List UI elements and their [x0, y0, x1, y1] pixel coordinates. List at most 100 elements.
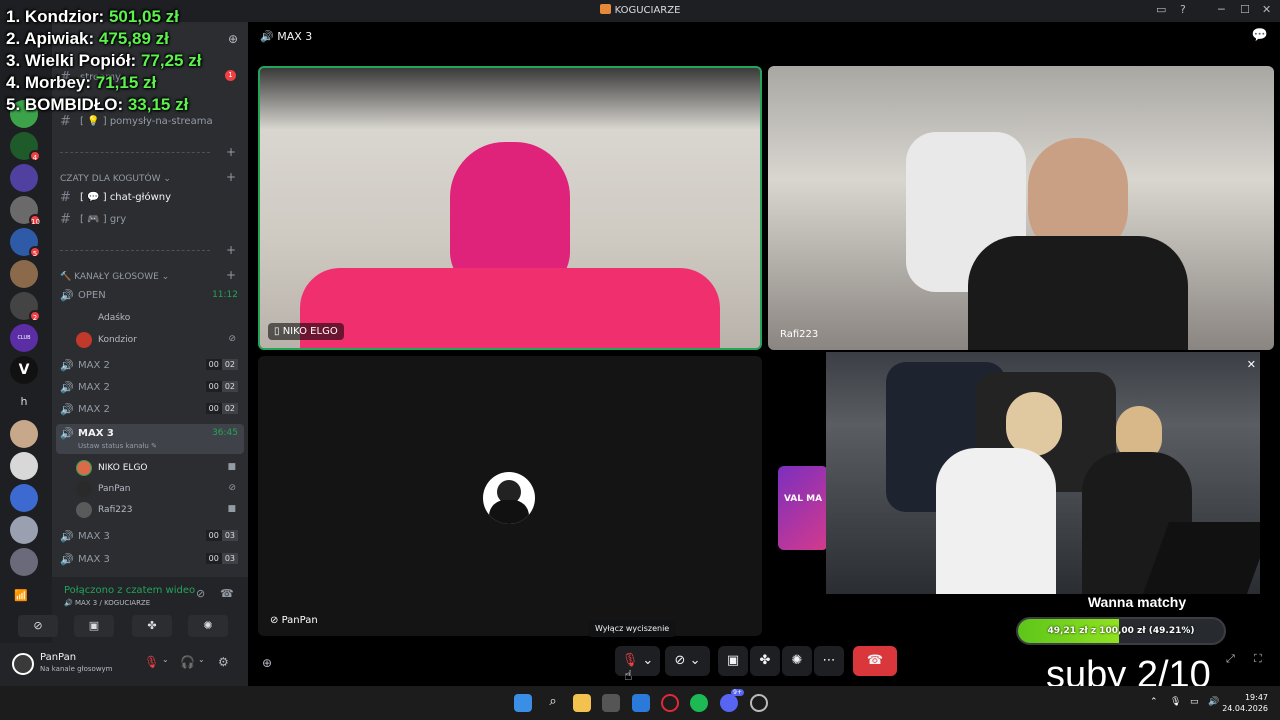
- voice-channel[interactable]: 🔊 MAX 2 00 02: [56, 356, 244, 376]
- mention-badge: 5: [29, 246, 41, 258]
- hash-icon: #: [60, 114, 71, 129]
- steam-icon[interactable]: [750, 694, 768, 712]
- chevron-down-icon[interactable]: ⌄: [198, 655, 205, 664]
- server-icon[interactable]: [10, 420, 38, 448]
- close-icon[interactable]: ✕: [1247, 358, 1256, 371]
- add-member-icon[interactable]: ⊕: [228, 32, 238, 46]
- server-icon[interactable]: 5: [10, 228, 41, 258]
- voice-member[interactable]: Rafi223 ■: [76, 500, 240, 520]
- donor-name: 1. Kondzior:: [6, 7, 105, 26]
- voice-member[interactable]: NIKO ELGO ■: [76, 458, 240, 478]
- connection-location[interactable]: 🔊 MAX 3 / KOGUCIARZE: [64, 599, 150, 607]
- close-window-button[interactable]: ✕: [1262, 3, 1271, 16]
- clock[interactable]: 19:47 24.04.2026: [1222, 692, 1268, 714]
- server-icon[interactable]: 2: [10, 292, 41, 322]
- headphones-icon[interactable]: 🎧: [180, 655, 195, 669]
- help-icon[interactable]: ?: [1180, 3, 1186, 16]
- connection-status[interactable]: Połączono z czatem wideo: [64, 585, 195, 596]
- tray-chevron-icon[interactable]: ⌃: [1150, 697, 1158, 707]
- add-channel-icon[interactable]: +: [226, 243, 236, 257]
- member-name: Adaśko: [98, 313, 131, 323]
- voice-channel[interactable]: 🔊 MAX 2 00 02: [56, 378, 244, 398]
- opera-icon[interactable]: [661, 694, 679, 712]
- camera-off-button[interactable]: ⊘: [18, 615, 58, 637]
- discord-icon[interactable]: 9+: [720, 689, 744, 712]
- club-friday-server-icon[interactable]: CLUB FRIDAY: [10, 324, 38, 369]
- network-icon[interactable]: ▭: [1190, 697, 1199, 707]
- activities-button[interactable]: ✤: [132, 615, 172, 637]
- disconnect-icon[interactable]: ☎: [220, 587, 234, 600]
- tooltip: Wyłącz wyciszenie: [588, 620, 677, 637]
- channel-gry[interactable]: # [ 🎮 ] gry: [56, 210, 244, 230]
- camera-toggle-button[interactable]: ⊘ ⌄: [665, 646, 710, 676]
- search-icon[interactable]: ⌕: [544, 694, 562, 712]
- share-screen-button[interactable]: ▣: [74, 615, 114, 637]
- share-screen-button[interactable]: ▣: [718, 646, 748, 676]
- spotify-icon[interactable]: [690, 694, 708, 712]
- voice-member[interactable]: Adaśko: [76, 308, 240, 328]
- count-current: 00: [205, 359, 222, 370]
- muted-icon: ⊘: [228, 483, 236, 493]
- video-tile-panpan[interactable]: ⊘ PanPan: [258, 356, 762, 636]
- mic-tray-icon[interactable]: 🎙: [1170, 697, 1181, 707]
- server-icon[interactable]: 10: [10, 196, 41, 226]
- channel-name: [ 💡 ] pomysły-na-streama: [80, 116, 213, 127]
- inbox-icon[interactable]: ▭: [1156, 3, 1166, 16]
- video-tile-niko-elgo[interactable]: ▯ NIKO ELGO: [258, 66, 762, 350]
- activities-button[interactable]: ✤: [750, 646, 780, 676]
- avatar[interactable]: [12, 653, 34, 675]
- noise-suppression-icon[interactable]: ⊘: [196, 587, 205, 600]
- hang-up-button[interactable]: ☎: [853, 646, 897, 676]
- channel-chat-glowny[interactable]: # [ 💬 ] chat-główny: [56, 188, 244, 208]
- server-icon[interactable]: [10, 452, 38, 480]
- mail-icon[interactable]: [632, 694, 650, 712]
- server-icon[interactable]: [10, 548, 38, 576]
- divider: [60, 152, 210, 153]
- soundboard-button[interactable]: ✺: [188, 615, 228, 637]
- chevron-down-icon[interactable]: ⌄: [162, 655, 169, 664]
- clock-date: 24.04.2026: [1222, 704, 1268, 713]
- server-icon[interactable]: [10, 484, 38, 512]
- minimize-button[interactable]: ─: [1218, 3, 1225, 16]
- server-icon[interactable]: [10, 516, 38, 544]
- tile-label-text: PanPan: [281, 615, 318, 626]
- voice-channel[interactable]: 🔊 MAX 2 00 02: [56, 400, 244, 420]
- add-channel-icon[interactable]: +: [226, 170, 236, 184]
- voice-member[interactable]: Kondzior ⊘: [76, 330, 240, 350]
- server-icon[interactable]: [10, 260, 38, 288]
- v-server-icon[interactable]: V: [10, 356, 38, 384]
- voice-channel[interactable]: 🔊 MAX 3 00 03: [56, 527, 244, 547]
- category-voice[interactable]: 🔨 KANAŁY GŁOSOWE ⌄: [60, 272, 169, 282]
- gear-icon[interactable]: ⚙: [218, 655, 229, 669]
- username[interactable]: PanPan: [40, 652, 76, 663]
- add-channel-icon[interactable]: +: [226, 268, 236, 282]
- volume-icon[interactable]: 🔊: [1208, 697, 1219, 707]
- goal-title: Wanna matchy: [1087, 594, 1187, 610]
- voice-channel-open[interactable]: 🔊 OPEN 11:12: [56, 286, 244, 306]
- chat-bubble-icon[interactable]: 💬: [1252, 28, 1268, 43]
- unmute-button[interactable]: 🎙 ⌄: [615, 646, 660, 676]
- letter-server-icon[interactable]: h: [10, 388, 38, 416]
- mic-muted-icon[interactable]: 🎙: [144, 655, 159, 669]
- voice-channel-max3-selected[interactable]: 🔊 MAX 3 36:45 Ustaw status kanału ✎: [56, 424, 244, 454]
- fullscreen-icon[interactable]: ⛶: [1254, 652, 1262, 666]
- server-icon[interactable]: 4: [10, 132, 41, 162]
- invite-icon[interactable]: ⊕: [262, 656, 272, 670]
- add-channel-icon[interactable]: +: [226, 145, 236, 159]
- popout-icon[interactable]: ⤢: [1226, 652, 1235, 666]
- video-tile-rafi223[interactable]: Rafi223: [768, 66, 1274, 350]
- signal-icon[interactable]: 📶: [14, 589, 28, 602]
- file-explorer-icon[interactable]: [573, 694, 591, 712]
- store-icon[interactable]: [602, 694, 620, 712]
- channel-status-hint[interactable]: Ustaw status kanału ✎: [78, 442, 157, 450]
- more-options-button[interactable]: ⋯: [814, 646, 844, 676]
- category-chats[interactable]: CZATY DLA KOGUTÓW ⌄: [60, 174, 171, 184]
- server-icon[interactable]: [10, 164, 38, 192]
- soundboard-button[interactable]: ✺: [782, 646, 812, 676]
- voice-channel[interactable]: 🔊 MAX 3 00 03: [56, 550, 244, 570]
- camera-icon: ■: [227, 504, 236, 514]
- voice-member[interactable]: PanPan ⊘: [76, 479, 240, 499]
- maximize-button[interactable]: ☐: [1240, 3, 1250, 16]
- speaker-icon: 🔊: [60, 359, 74, 372]
- windows-start-icon[interactable]: [514, 694, 532, 712]
